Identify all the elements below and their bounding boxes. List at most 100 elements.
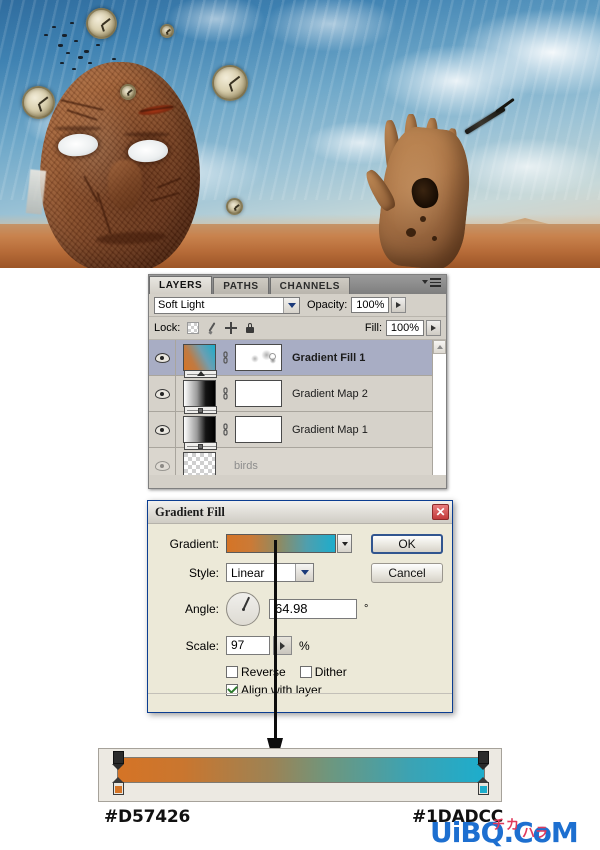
opacity-input[interactable]: 100% [351, 297, 390, 313]
annotation-arrow [265, 540, 287, 770]
scale-input[interactable]: 97 [226, 636, 270, 655]
bird [112, 58, 116, 60]
reverse-dither-row: Reverse Dither [226, 665, 443, 679]
cancel-button[interactable]: Cancel [371, 563, 443, 583]
table-row[interactable]: Gradient Fill 1 [149, 340, 446, 378]
layer-thumbnail[interactable] [183, 452, 216, 475]
table-row[interactable]: Gradient Map 1 [149, 412, 446, 450]
pocket-watch [22, 86, 55, 119]
opacity-stop[interactable] [112, 751, 124, 770]
dialog-buttons: OK Cancel [371, 534, 443, 592]
eye-icon [154, 388, 170, 399]
bird [78, 56, 83, 59]
watermark-mark-1: チカ [492, 817, 521, 832]
close-icon[interactable]: ✕ [432, 504, 449, 520]
lock-all-icon[interactable] [244, 322, 256, 334]
brow-right [124, 132, 170, 137]
hand-spot [406, 228, 416, 237]
layer-name: birds [234, 459, 258, 472]
layer-visibility-toggle[interactable] [149, 376, 176, 411]
tab-paths[interactable]: PATHS [213, 277, 269, 294]
eye-icon [154, 352, 170, 363]
gradient-ramp[interactable] [117, 757, 485, 783]
photo-montage [0, 0, 600, 268]
chevron-down-icon[interactable] [295, 564, 313, 581]
gradient-label: Gradient: [169, 536, 219, 551]
dither-checkbox[interactable] [299, 666, 312, 678]
gradient-editor-strip [98, 748, 502, 802]
layer-mask-thumbnail[interactable] [235, 380, 282, 407]
arrow-shaft [274, 540, 277, 745]
reverse-checkbox[interactable] [226, 666, 238, 678]
layers-scrollbar[interactable] [432, 340, 446, 475]
panel-menu-icon[interactable] [422, 278, 441, 292]
table-row[interactable]: birds [149, 448, 446, 475]
tab-layers[interactable]: LAYERS [149, 276, 213, 294]
color-stop-left[interactable] [112, 777, 124, 795]
layer-visibility-toggle[interactable] [149, 412, 176, 447]
brow-left [54, 126, 102, 131]
align-with-layer-checkbox[interactable] [226, 684, 238, 696]
bird [60, 62, 64, 64]
eye-icon [154, 424, 170, 435]
opacity-slider-button[interactable] [391, 297, 407, 313]
hamburger-icon [430, 278, 441, 289]
angle-dial[interactable] [226, 592, 260, 626]
lock-label: Lock: [154, 322, 181, 334]
scale-label: Scale: [185, 638, 219, 653]
blend-mode-value: Soft Light [158, 299, 205, 311]
blend-mode-select[interactable]: Soft Light [154, 296, 300, 314]
opacity-stop[interactable] [477, 751, 489, 770]
layer-mask-thumbnail[interactable] [235, 416, 282, 443]
layer-thumbnail[interactable] [183, 416, 217, 450]
tab-channels[interactable]: CHANNELS [269, 277, 351, 294]
layer-visibility-toggle[interactable] [149, 340, 176, 375]
blend-mode-row: Soft Light Opacity: 100% [149, 294, 446, 317]
dialog-title-bar[interactable]: Gradient Fill ✕ [148, 501, 452, 524]
bird [66, 52, 70, 54]
layer-name: Gradient Fill 1 [292, 351, 366, 364]
watermark-mark-2: ハラ [522, 825, 549, 840]
bird [58, 44, 63, 47]
dither-label: Dither [314, 665, 347, 679]
chevron-down-icon [422, 280, 428, 284]
pocket-watch [86, 8, 117, 39]
nose [108, 160, 142, 210]
gradient-picker-dropdown[interactable] [337, 534, 352, 553]
fill-input[interactable]: 100% [386, 320, 424, 336]
layer-mask-thumbnail[interactable] [235, 344, 282, 371]
table-row[interactable]: Gradient Map 2 [149, 376, 446, 414]
layer-visibility-toggle[interactable] [149, 448, 176, 475]
color-stop-right[interactable] [477, 777, 489, 795]
chevron-down-icon[interactable] [283, 297, 299, 313]
angle-row: Angle: 64.98 ° [157, 592, 443, 626]
percent-unit: % [299, 638, 310, 653]
layer-name: Gradient Map 2 [292, 387, 368, 400]
scale-row: Scale: 97 % [157, 636, 443, 655]
pocket-watch [226, 198, 243, 215]
ok-button[interactable]: OK [371, 534, 443, 554]
eye-icon [154, 460, 170, 471]
hand-spot [432, 236, 437, 241]
bird [96, 44, 100, 46]
lock-position-icon[interactable] [225, 322, 238, 334]
bird [70, 22, 74, 24]
link-icon[interactable] [220, 350, 231, 365]
lock-image-pixels-icon[interactable] [206, 322, 218, 334]
layers-panel: LAYERS PATHS CHANNELS Soft Light Opacity… [148, 274, 447, 489]
pocket-watch [212, 65, 248, 101]
fill-label: Fill: [364, 322, 382, 334]
lock-row: Lock: Fill: 100% [149, 317, 446, 340]
bird [72, 68, 76, 70]
layer-thumbnail[interactable] [183, 344, 217, 378]
link-icon[interactable] [220, 422, 231, 437]
angle-label: Angle: [184, 602, 219, 616]
bird [74, 40, 78, 42]
pocket-watch [120, 84, 136, 100]
scroll-up-icon[interactable] [433, 340, 446, 354]
link-icon[interactable] [220, 386, 231, 401]
layer-thumbnail[interactable] [183, 380, 217, 414]
hand-spot [420, 216, 426, 222]
lock-transparent-pixels-icon[interactable] [187, 322, 200, 334]
fill-slider-button[interactable] [426, 320, 441, 336]
